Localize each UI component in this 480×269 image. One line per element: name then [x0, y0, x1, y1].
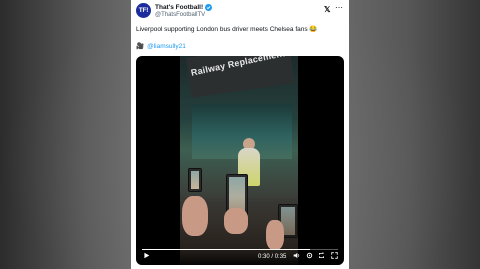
video-player[interactable]: Railway Replacement 0:30 / 0:35 [136, 56, 344, 265]
fullscreen-icon[interactable] [331, 252, 338, 261]
video-credit: 🎥 @liamsully21 [136, 42, 186, 51]
tweet-card: TF! That's Football! @ThatsFootballTV 𝕏 … [131, 0, 349, 269]
hand-right [266, 220, 284, 250]
tweet-text: Liverpool supporting London bus driver m… [136, 26, 318, 33]
verified-badge-icon [205, 4, 213, 11]
time-separator: / [271, 254, 274, 260]
hand-center [224, 208, 248, 234]
repost-icon[interactable] [318, 252, 325, 261]
phone-left [188, 168, 202, 192]
video-frame: Railway Replacement [180, 56, 298, 265]
progress-fill [142, 249, 310, 250]
camera-icon: 🎥 [136, 43, 145, 50]
duration: 0:35 [274, 254, 287, 260]
current-time: 0:30 [258, 254, 270, 260]
account-name[interactable]: That's Football! [155, 4, 203, 11]
hand-left [182, 196, 208, 236]
progress-bar[interactable] [142, 249, 338, 250]
account-name-row: That's Football! [155, 4, 213, 11]
settings-icon[interactable] [306, 252, 313, 261]
volume-icon[interactable] [293, 252, 301, 261]
tweet-header: TF! That's Football! @ThatsFootballTV 𝕏 … [136, 3, 344, 23]
time-display: 0:30 / 0:35 [258, 254, 286, 261]
account-handle[interactable]: @ThatsFootballTV [155, 12, 205, 18]
avatar[interactable]: TF! [136, 3, 151, 18]
more-icon[interactable]: ⋯ [335, 3, 344, 12]
x-logo-icon[interactable]: 𝕏 [324, 5, 330, 14]
credit-handle-link[interactable]: @liamsully21 [147, 43, 186, 50]
play-icon[interactable] [143, 252, 150, 261]
